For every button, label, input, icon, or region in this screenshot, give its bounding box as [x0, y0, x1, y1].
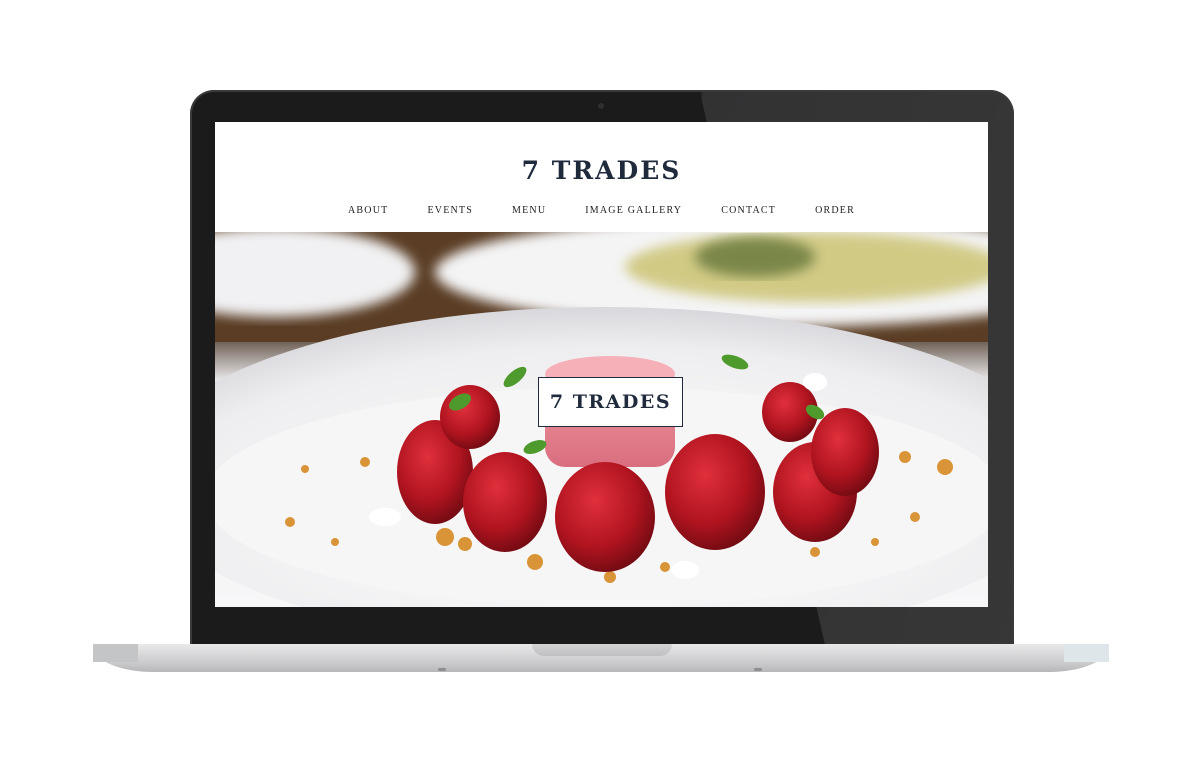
base-left-edge [93, 644, 138, 662]
nav-order[interactable]: ORDER [815, 205, 855, 216]
base-right-edge [1064, 644, 1109, 662]
laptop-screen: 7 TRADES ABOUT EVENTS MENU IMAGE GALLERY… [215, 122, 988, 607]
nav-image-gallery[interactable]: IMAGE GALLERY [585, 205, 682, 216]
nav-events[interactable]: EVENTS [427, 205, 473, 216]
laptop-foot [438, 668, 446, 671]
nav-about[interactable]: ABOUT [348, 205, 388, 216]
hero-title-badge: 7 TRADES [538, 377, 683, 427]
site-header: 7 TRADES ABOUT EVENTS MENU IMAGE GALLERY… [215, 122, 988, 232]
site-title[interactable]: 7 TRADES [215, 156, 988, 185]
nav-contact[interactable]: CONTACT [721, 205, 776, 216]
nav-menu[interactable]: MENU [512, 205, 546, 216]
laptop-foot [754, 668, 762, 671]
camera-icon [598, 103, 604, 109]
main-nav: ABOUT EVENTS MENU IMAGE GALLERY CONTACT … [215, 205, 988, 216]
trackpad-notch [532, 644, 672, 656]
hero-title-text: 7 TRADES [549, 391, 672, 413]
hero-image: 7 TRADES [215, 232, 988, 607]
